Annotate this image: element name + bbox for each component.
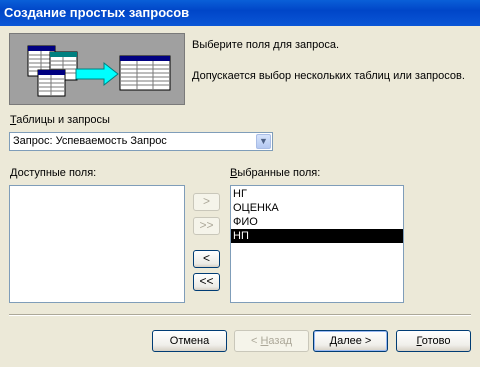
next-text: алее >: [337, 335, 372, 347]
window-title: Создание простых запросов: [4, 5, 190, 20]
list-item[interactable]: НП: [231, 229, 403, 243]
remove-all-fields-button[interactable]: <<: [193, 273, 220, 291]
add-field-button[interactable]: >: [193, 193, 220, 211]
arrow-right-icon: [75, 61, 119, 87]
selected-label-text: ыбранные поля:: [237, 167, 321, 179]
add-all-fields-button[interactable]: >>: [193, 217, 220, 235]
next-button[interactable]: Далее >: [313, 330, 388, 352]
finish-button[interactable]: Готово: [396, 330, 471, 352]
list-item[interactable]: ОЦЕНКА: [231, 201, 403, 215]
intro-line-2: Допускается выбор нескольких таблиц или …: [192, 70, 465, 82]
selected-fields-list[interactable]: НГ ОЦЕНКА ФИО НП: [230, 185, 404, 303]
available-label-text: оступные поля:: [17, 167, 97, 179]
available-fields-list[interactable]: [9, 185, 185, 303]
chevron-down-icon[interactable]: ▼: [256, 134, 271, 149]
tables-label-text: аблицы и запросы: [16, 114, 110, 126]
selected-fields-label: Выбранные поля:: [230, 167, 320, 179]
list-item[interactable]: ФИО: [231, 215, 403, 229]
next-hotkey: Д: [329, 335, 338, 347]
query-wizard-graphic: [9, 33, 185, 105]
intro-line-1: Выберите поля для запроса.: [192, 39, 340, 51]
tables-select-value: Запрос: Успеваемость Запрос: [13, 135, 167, 147]
result-table-icon: [119, 55, 171, 91]
footer-divider: [9, 314, 471, 316]
remove-field-button[interactable]: <: [193, 250, 220, 268]
cancel-button[interactable]: Отмена: [152, 330, 227, 352]
available-label-hotkey: Д: [10, 167, 18, 179]
back-button[interactable]: < Назад: [234, 330, 309, 352]
finish-text: отово: [421, 335, 451, 347]
source-tables-icon: [27, 45, 78, 97]
tables-label: Таблицы и запросы: [10, 114, 110, 126]
back-text: азад: [268, 335, 292, 347]
available-fields-label: Доступные поля:: [10, 167, 96, 179]
title-bar[interactable]: Создание простых запросов: [0, 0, 480, 26]
list-item[interactable]: НГ: [231, 187, 403, 201]
tables-select[interactable]: Запрос: Успеваемость Запрос ▼: [9, 132, 273, 151]
